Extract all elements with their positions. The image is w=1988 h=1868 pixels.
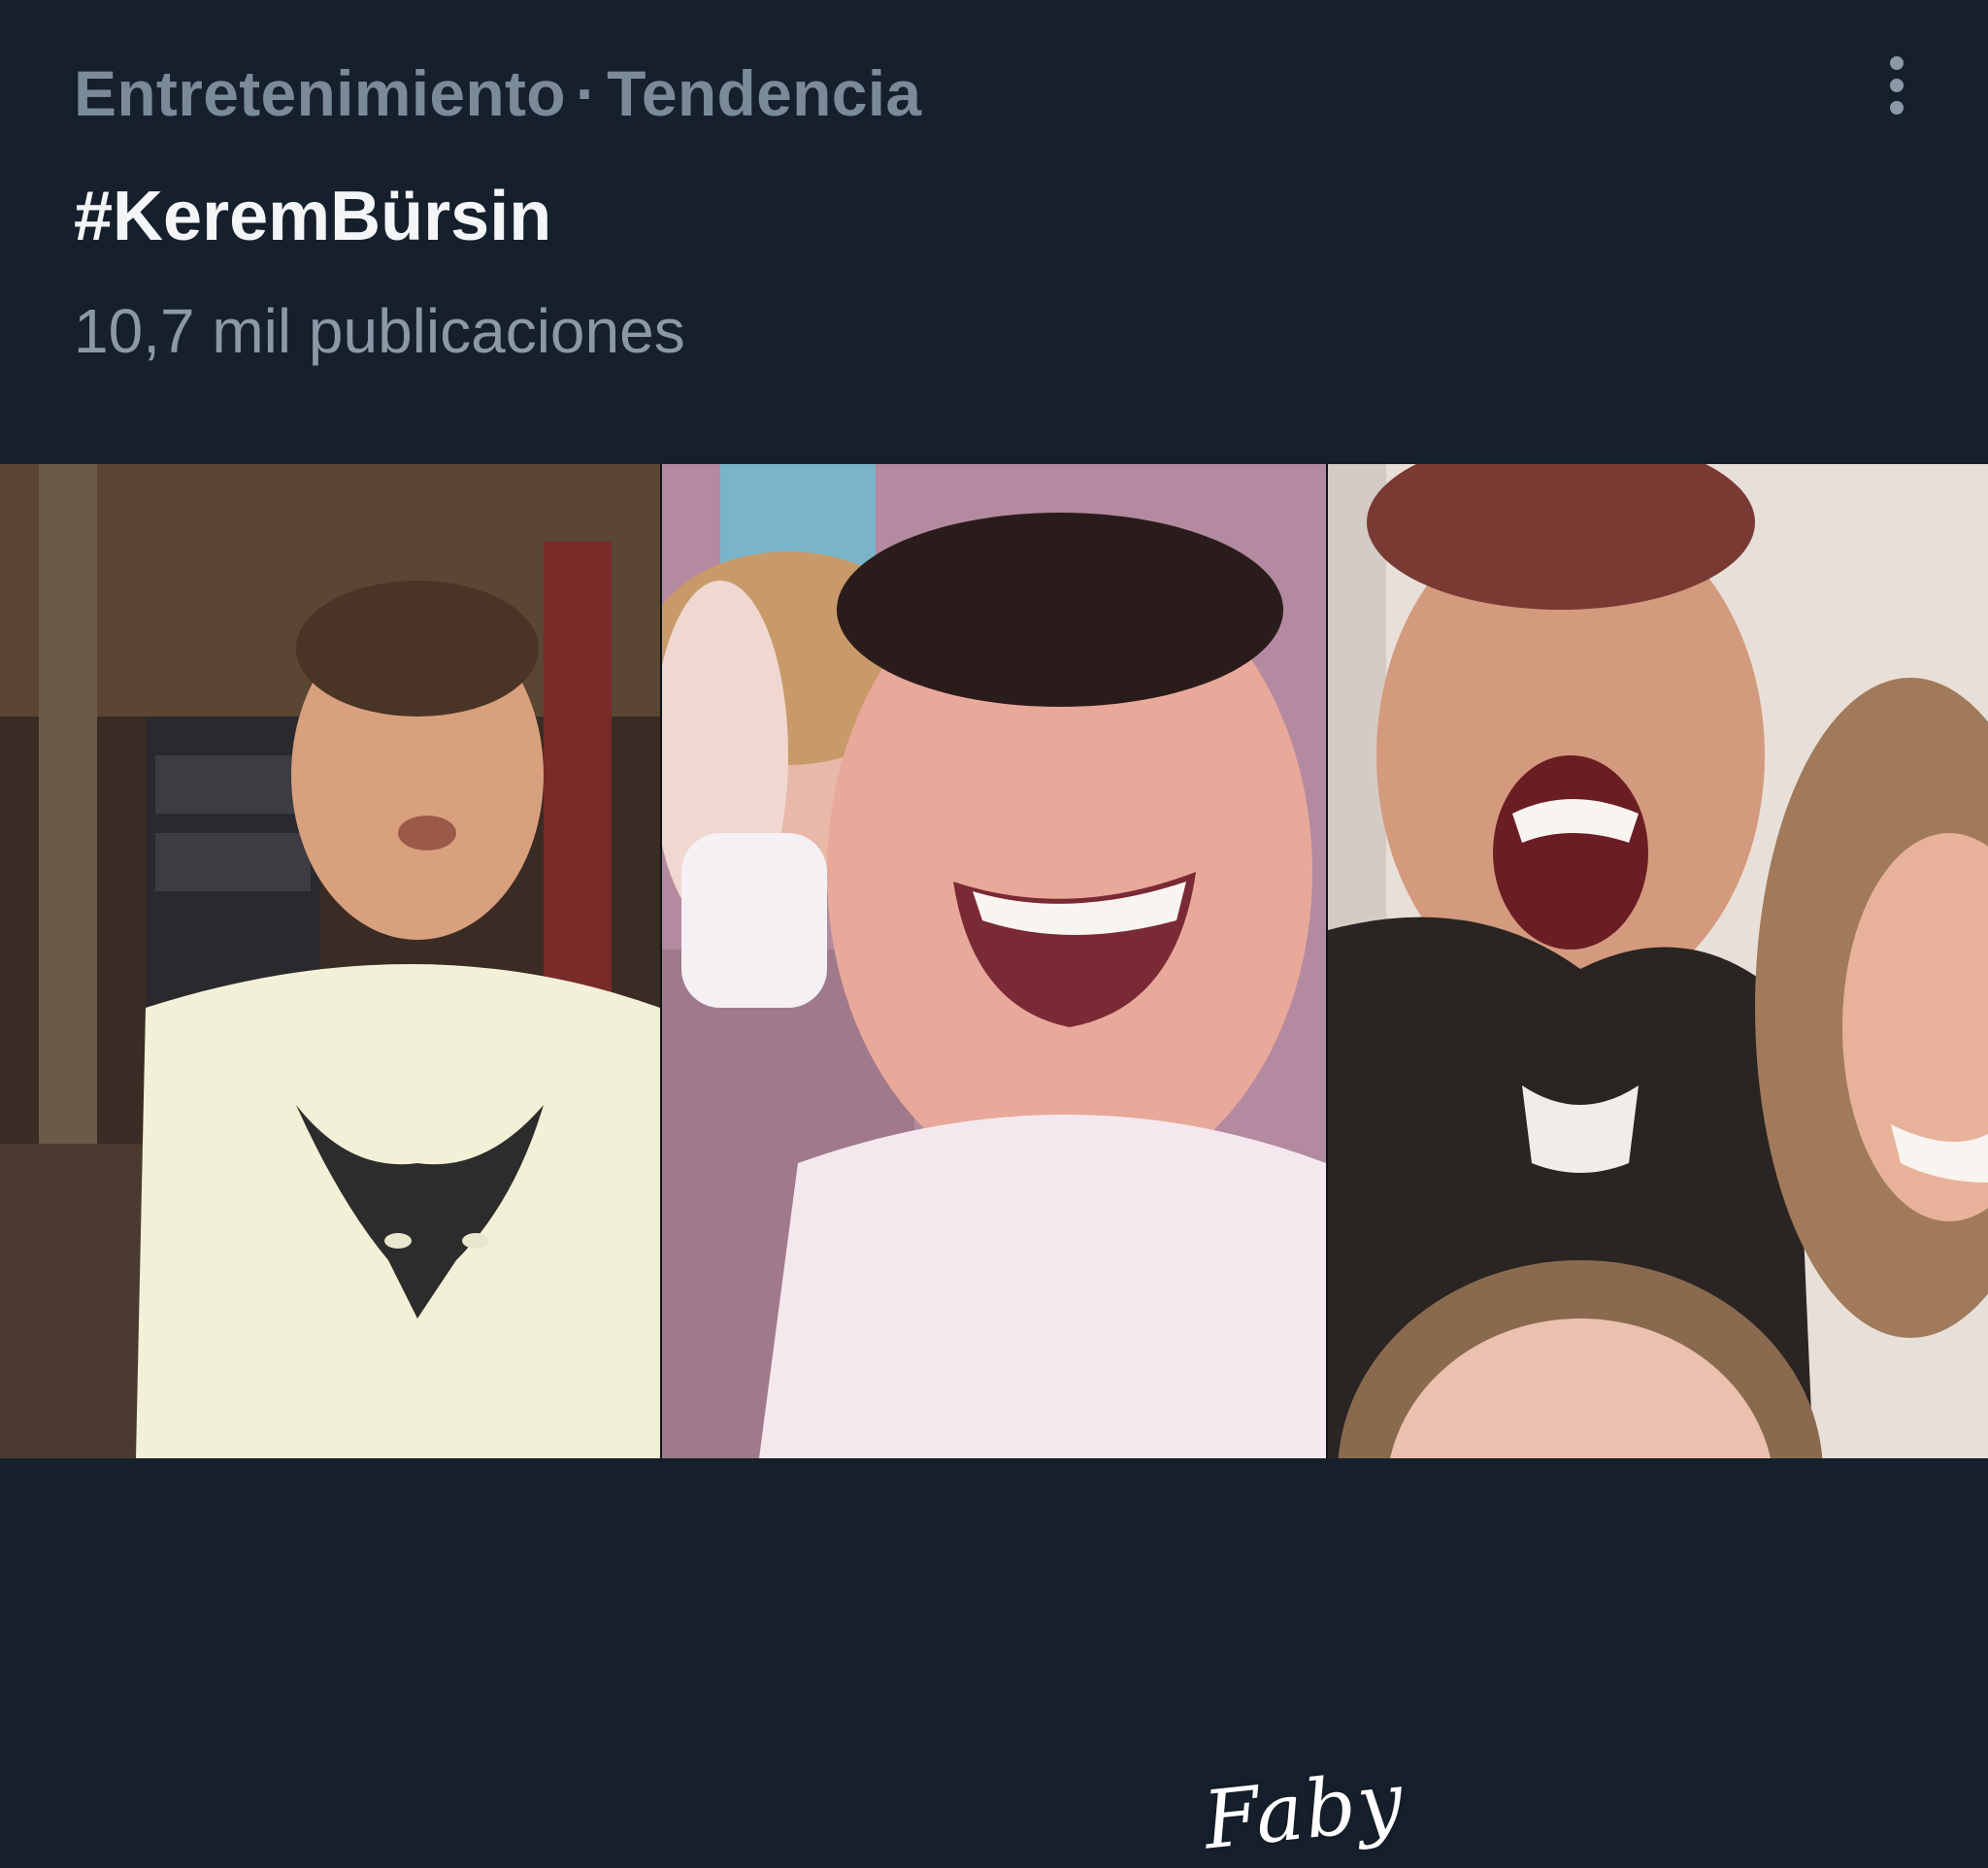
trend-item[interactable]: Entretenimiento · Tendencia #KeremBürsin 1… xyxy=(0,0,1988,464)
trend-status: Tendencia xyxy=(607,57,922,129)
watermark-signature: Faby xyxy=(1199,1754,1409,1868)
trend-category: Entretenimiento xyxy=(74,57,566,129)
trend-context: Entretenimiento · Tendencia xyxy=(74,56,921,130)
photo-3[interactable] xyxy=(1328,464,1988,1458)
photo-3-image xyxy=(1328,464,1988,1458)
trend-hashtag[interactable]: #KeremBürsin xyxy=(74,177,551,256)
photo-1[interactable] xyxy=(0,464,660,1458)
photo-1-image xyxy=(0,464,660,1458)
more-vertical-icon xyxy=(1890,101,1904,115)
trend-separator: · xyxy=(575,57,598,129)
photo-2[interactable] xyxy=(662,464,1326,1458)
media-grid[interactable]: Faby xyxy=(0,464,1988,1868)
photo-2-image xyxy=(662,464,1326,1458)
more-vertical-icon xyxy=(1890,79,1904,92)
more-options-button[interactable] xyxy=(1866,50,1928,120)
more-vertical-icon xyxy=(1890,56,1904,70)
trend-post-count: 10,7 mil publicaciones xyxy=(74,296,685,366)
